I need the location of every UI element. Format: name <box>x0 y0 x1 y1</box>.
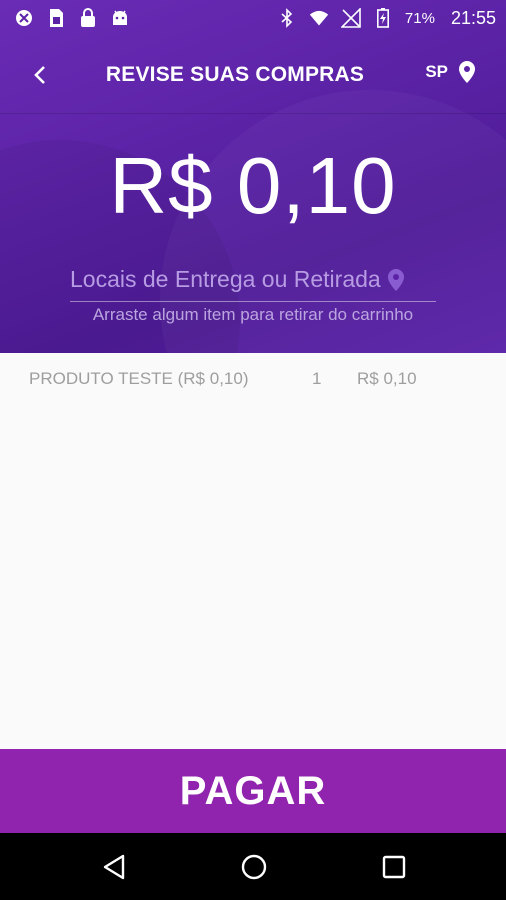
pay-button[interactable]: PAGAR <box>0 749 506 833</box>
wifi-icon <box>309 8 329 28</box>
sim-icon <box>46 8 66 28</box>
item-price: R$ 0,10 <box>357 369 417 388</box>
item-name: PRODUTO TESTE (R$ 0,10) <box>29 369 249 388</box>
lock-icon <box>78 8 98 28</box>
status-bar: 71% 21:55 <box>0 0 506 36</box>
cart-item-row[interactable]: PRODUTO TESTE (R$ 0,10) 1 R$ 0,10 <box>0 365 506 395</box>
nav-home-button[interactable] <box>240 853 268 881</box>
delivery-location-label: Locais de Entrega ou Retirada <box>70 266 381 292</box>
delivery-location-field[interactable]: Locais de Entrega ou Retirada <box>70 258 436 302</box>
nav-back-button[interactable] <box>100 853 128 881</box>
cart-list: PRODUTO TESTE (R$ 0,10) 1 R$ 0,10 <box>0 353 506 749</box>
location-pin-icon <box>459 61 475 83</box>
cart-total: R$ 0,10 <box>109 141 397 230</box>
app-toolbar: REVISE SUAS COMPRAS SP <box>0 36 506 114</box>
location-pin-icon <box>387 268 405 292</box>
vpn-icon <box>14 8 34 28</box>
battery-percentage: 71% <box>404 9 435 27</box>
triangle-back-icon <box>103 854 125 880</box>
square-recents-icon <box>382 855 406 879</box>
clock: 21:55 <box>450 7 496 28</box>
pay-button-label: PAGAR <box>179 768 327 813</box>
region-selector[interactable]: SP <box>425 60 476 84</box>
page-title: REVISE SUAS COMPRAS <box>105 63 365 86</box>
nav-recents-button[interactable] <box>380 853 408 881</box>
no-signal-icon <box>340 8 361 28</box>
header-panel: 71% 21:55 REVISE SUAS COMPRAS SP R$ 0,10… <box>0 0 506 353</box>
battery-icon <box>373 8 393 28</box>
region-label: SP <box>425 62 448 81</box>
system-navigation-bar <box>0 833 506 900</box>
bluetooth-icon <box>277 8 297 28</box>
item-quantity: 1 <box>312 369 322 388</box>
android-icon <box>110 8 130 28</box>
swipe-hint: Arraste algum item para retirar do carri… <box>92 305 414 324</box>
circle-home-icon <box>241 854 267 880</box>
